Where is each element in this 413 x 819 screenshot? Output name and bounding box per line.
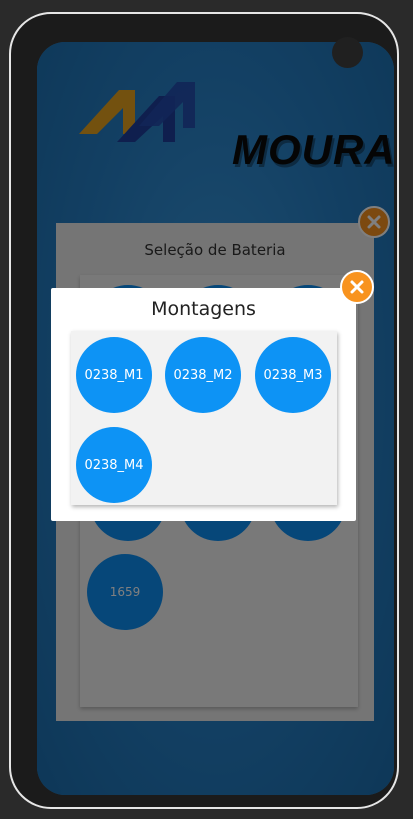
montagem-label: 0238_M3 xyxy=(263,367,323,383)
close-icon xyxy=(350,280,364,294)
montagem-item-m1[interactable]: 0238_M1 xyxy=(76,337,152,413)
front-camera xyxy=(332,37,363,68)
montagem-item-m4[interactable]: 0238_M4 xyxy=(76,427,152,503)
modal-title: Montagens xyxy=(151,298,256,320)
montagem-label: 0238_M1 xyxy=(84,367,144,383)
montagens-modal: Montagens 0238_M1 0238_M2 0238_M3 0238_M… xyxy=(51,288,356,521)
montagens-grid: 0238_M1 0238_M2 0238_M3 0238_M4 xyxy=(71,331,337,505)
modal-close-button[interactable] xyxy=(340,270,374,304)
montagem-label: 0238_M4 xyxy=(84,457,144,473)
montagem-label: 0238_M2 xyxy=(173,367,233,383)
montagem-item-m3[interactable]: 0238_M3 xyxy=(255,337,331,413)
montagem-item-m2[interactable]: 0238_M2 xyxy=(165,337,241,413)
